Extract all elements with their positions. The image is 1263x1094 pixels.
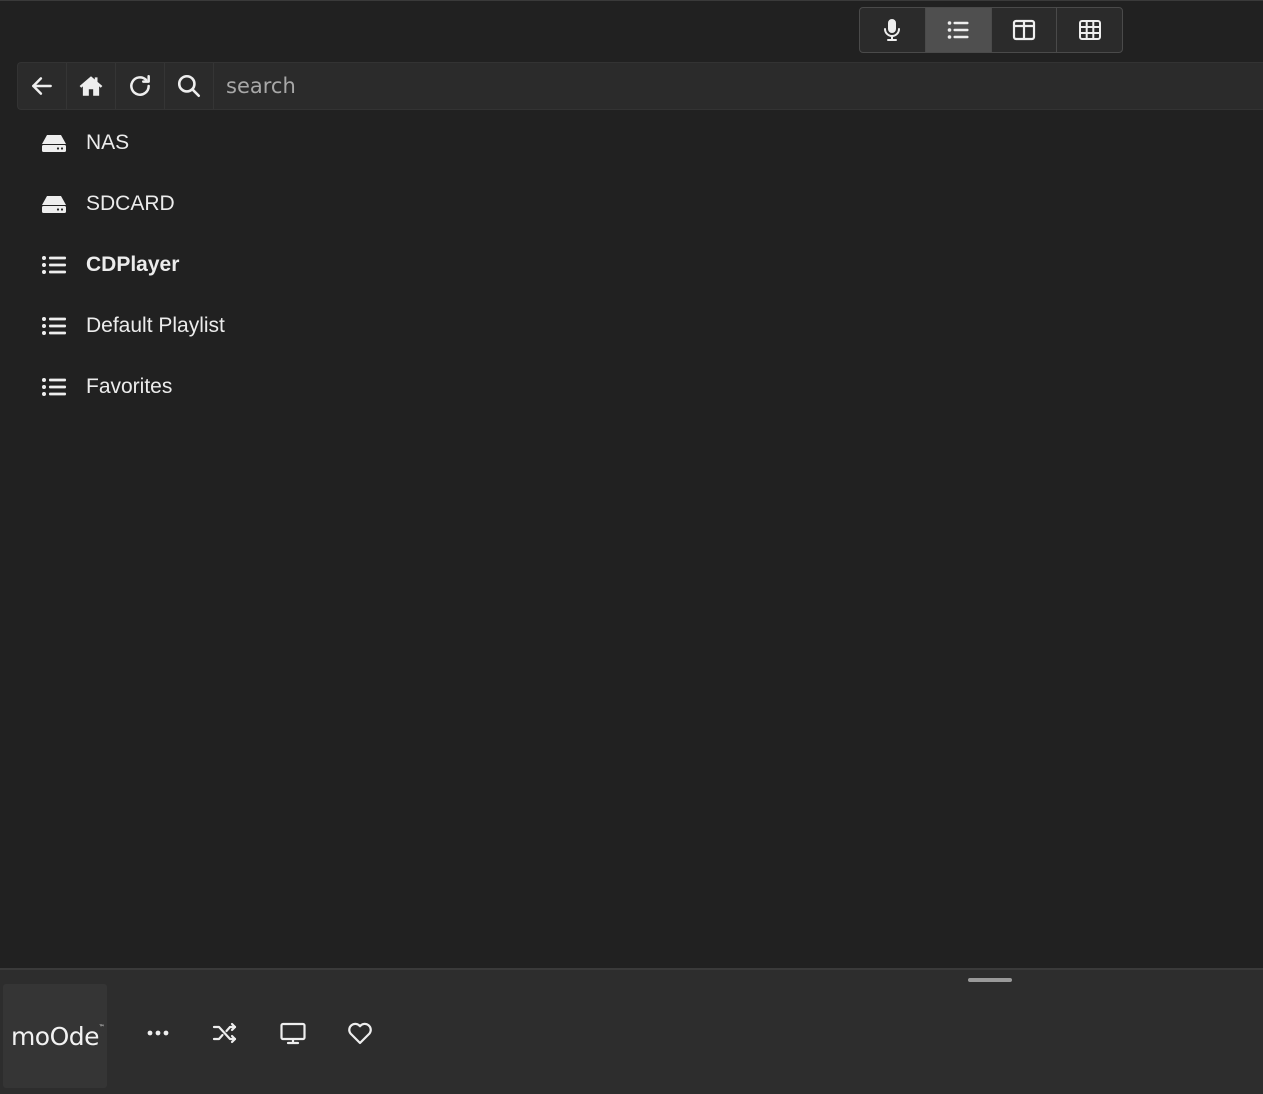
columns-view-button[interactable] bbox=[992, 8, 1058, 52]
voice-search-button[interactable] bbox=[860, 8, 926, 52]
list-view-button[interactable] bbox=[925, 8, 992, 52]
playlist-icon bbox=[41, 375, 67, 399]
grid-icon bbox=[1078, 20, 1101, 40]
list-item-label: Favorites bbox=[86, 374, 173, 398]
list-item-label: Default Playlist bbox=[86, 313, 225, 337]
arrow-left-icon bbox=[32, 77, 52, 95]
list-item-sdcard[interactable]: SDCARD bbox=[0, 173, 1263, 234]
view-toggle-group bbox=[859, 7, 1123, 53]
refresh-button[interactable] bbox=[116, 63, 165, 109]
playlist-icon bbox=[41, 314, 67, 338]
list-icon bbox=[947, 21, 969, 39]
list-item-label: NAS bbox=[86, 130, 130, 154]
columns-icon bbox=[1012, 19, 1035, 41]
playlist-icon bbox=[41, 253, 67, 277]
favorite-button[interactable] bbox=[343, 1016, 377, 1050]
refresh-icon bbox=[130, 75, 150, 96]
display-button[interactable] bbox=[276, 1016, 310, 1050]
display-icon bbox=[280, 1022, 306, 1045]
back-button[interactable] bbox=[18, 63, 67, 109]
more-button[interactable] bbox=[141, 1016, 175, 1050]
list-item-label: SDCARD bbox=[86, 191, 175, 215]
list-item-label: CDPlayer bbox=[86, 252, 180, 276]
search-button[interactable] bbox=[165, 63, 214, 109]
shuffle-icon bbox=[212, 1022, 237, 1044]
browse-toolbar bbox=[17, 62, 1263, 110]
playbar-drag-handle[interactable] bbox=[968, 978, 1012, 982]
logo: moOde ™ bbox=[10, 1021, 105, 1051]
search-input[interactable] bbox=[214, 62, 1263, 110]
home-icon bbox=[79, 76, 103, 96]
drive-icon bbox=[41, 192, 67, 216]
home-button[interactable] bbox=[67, 63, 116, 109]
list-item-default-playlist[interactable]: Default Playlist bbox=[0, 295, 1263, 356]
list-item-favorites[interactable]: Favorites bbox=[0, 356, 1263, 417]
list-item-nas[interactable]: NAS bbox=[0, 112, 1263, 173]
top-border bbox=[0, 0, 1263, 1]
playbar: moOde ™ bbox=[0, 968, 1263, 1094]
browse-list: NAS SDCARD CDPlayer Default Playlist Fav… bbox=[0, 112, 1263, 417]
grid-view-button[interactable] bbox=[1057, 8, 1122, 52]
search-icon bbox=[177, 74, 201, 98]
cover-art-logo[interactable]: moOde ™ bbox=[3, 984, 107, 1088]
more-icon bbox=[147, 1030, 169, 1036]
list-item-cdplayer[interactable]: CDPlayer bbox=[0, 234, 1263, 295]
drive-icon bbox=[41, 131, 67, 155]
heart-icon bbox=[348, 1022, 372, 1045]
shuffle-button[interactable] bbox=[208, 1016, 242, 1050]
microphone-icon bbox=[884, 19, 901, 41]
